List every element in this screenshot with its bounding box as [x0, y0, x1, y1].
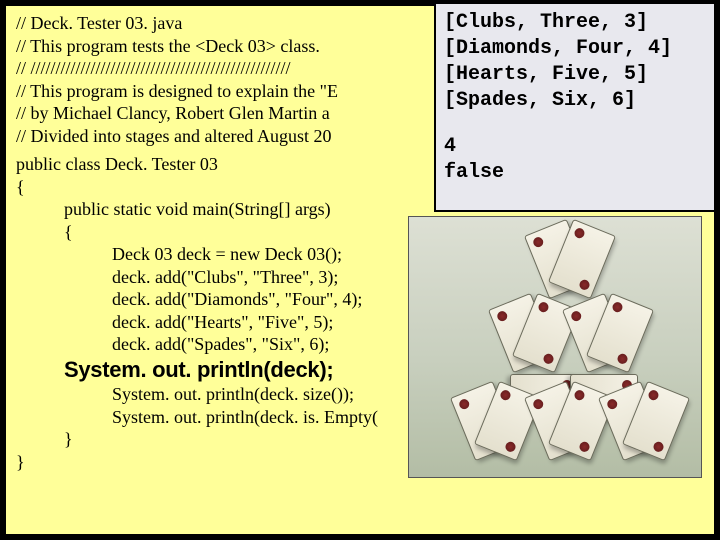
output-line: false — [444, 160, 706, 186]
output-panel: [Clubs, Three, 3] [Diamonds, Four, 4] [H… — [434, 2, 716, 212]
output-line: [Spades, Six, 6] — [444, 88, 706, 114]
output-line: 4 — [444, 134, 706, 160]
output-line: [Hearts, Five, 5] — [444, 62, 706, 88]
output-line: [Clubs, Three, 3] — [444, 10, 706, 36]
output-line: [Diamonds, Four, 4] — [444, 36, 706, 62]
cards-image — [408, 216, 702, 478]
